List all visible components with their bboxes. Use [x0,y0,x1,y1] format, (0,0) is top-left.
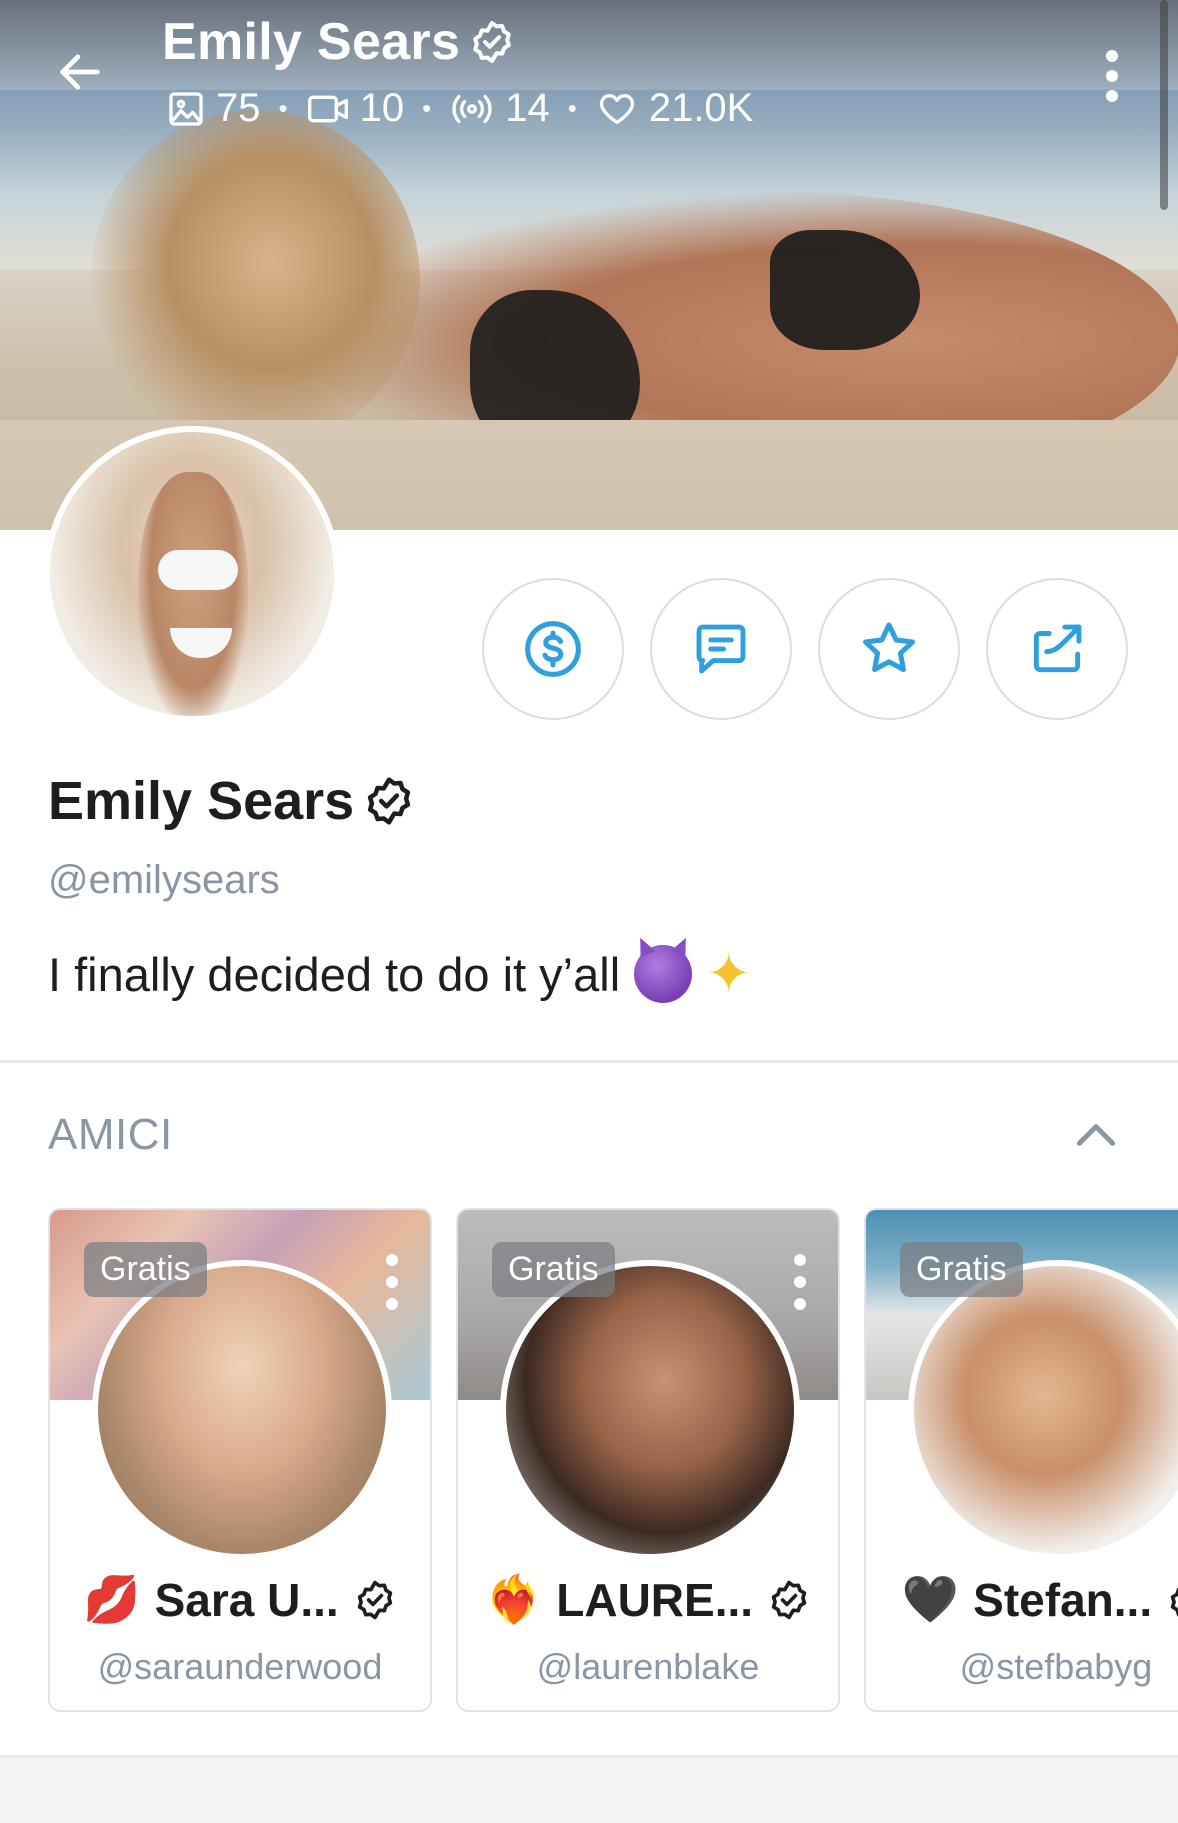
section-divider [0,1060,1178,1063]
chevron-up-icon [1076,1124,1116,1146]
image-icon [169,91,203,126]
price-badge: Gratis [492,1242,615,1297]
friend-name-row: ❤️‍🔥 LAURE... [458,1572,838,1627]
tip-button[interactable] [482,578,624,720]
profile-avatar[interactable] [44,426,340,722]
stat-likes[interactable]: 21.0K [595,86,754,131]
profile-handle: @emilysears [48,858,280,902]
back-button[interactable] [48,40,112,104]
profile-name: Emily Sears [48,771,355,831]
share-icon [1033,624,1082,673]
top-bar: Emily Sears 75 • 10 • 14 • 21.0K [0,0,1178,140]
card-more-button[interactable] [788,1254,812,1310]
stat-photos-count: 75 [216,86,261,130]
friend-name-row: 🖤 Stefan... [866,1572,1178,1627]
broadcast-icon [452,94,492,123]
friend-avatar [92,1260,392,1560]
friend-name: LAURE... [556,1573,754,1626]
stat-likes-count: 21.0K [648,86,754,130]
friend-name-row: 💋 Sara U... [50,1572,430,1627]
friend-avatar [500,1260,800,1560]
friend-name: Stefan... [973,1573,1153,1626]
star-icon [863,622,915,673]
separator-dot: • [567,93,577,123]
friend-handle: @laurenblake [536,1646,760,1687]
verified-badge-icon [1170,1587,1178,1616]
kiss-mark-emoji-icon: 💋 [83,1573,141,1625]
profile-bio: I finally decided to do it y’all ✦ [48,945,751,1003]
message-icon [696,624,746,674]
friend-handle: @saraunderwood [97,1646,383,1687]
header-name: Emily Sears [162,13,461,71]
verified-badge-icon [357,1580,392,1619]
friends-section-title: AMICI [48,1110,173,1159]
heart-on-fire-emoji-icon: ❤️‍🔥 [484,1573,543,1625]
separator-dot: • [278,93,288,123]
profile-actions [482,578,1128,720]
more-options-button[interactable] [1092,44,1132,108]
sparkles-emoji-icon: ✦ [706,944,752,1004]
friend-handle: @stefbabyg [959,1646,1153,1687]
verified-badge-icon [368,777,411,825]
friend-card[interactable]: Gratis 💋 Sara U... @saraunderwood [48,1208,432,1712]
stat-streams-count: 14 [505,86,550,130]
friend-card[interactable]: Gratis ❤️‍🔥 LAURE... @laurenblake [456,1208,840,1712]
friend-name: Sara U... [154,1573,339,1626]
stat-photos[interactable]: 75 [166,86,261,131]
arrow-left-icon [60,54,100,90]
separator-dot: • [422,93,432,123]
collapse-section-button[interactable] [1066,1110,1126,1160]
verified-badge-icon [771,1580,807,1619]
stat-streams[interactable]: 14 [449,86,550,131]
smiling-devil-emoji-icon [634,945,693,1003]
video-icon [307,95,348,122]
price-badge: Gratis [900,1242,1023,1297]
next-section-background [0,1758,1178,1823]
scrollbar[interactable] [1160,0,1168,210]
stat-videos-count: 10 [359,86,405,130]
message-button[interactable] [650,578,792,720]
card-more-button[interactable] [380,1254,404,1310]
header-stats: 75 • 10 • 14 • 21.0K [166,86,753,131]
share-button[interactable] [986,578,1128,720]
header-title: Emily Sears [162,12,516,72]
stat-videos[interactable]: 10 [306,86,405,131]
heart-icon [599,93,634,124]
friend-card[interactable]: Gratis 🖤 Stefan... @stefbabyg [864,1208,1178,1712]
price-badge: Gratis [84,1242,207,1297]
bio-text: I finally decided to do it y’all [48,947,621,1001]
friends-carousel[interactable]: Gratis 💋 Sara U... @saraunderwood Gratis… [48,1208,1178,1712]
profile-name-row: Emily Sears [48,770,416,832]
black-heart-emoji-icon: 🖤 [901,1573,960,1625]
verified-badge-icon [473,21,511,63]
favorite-button[interactable] [818,578,960,720]
dollar-circle-icon [525,621,581,677]
